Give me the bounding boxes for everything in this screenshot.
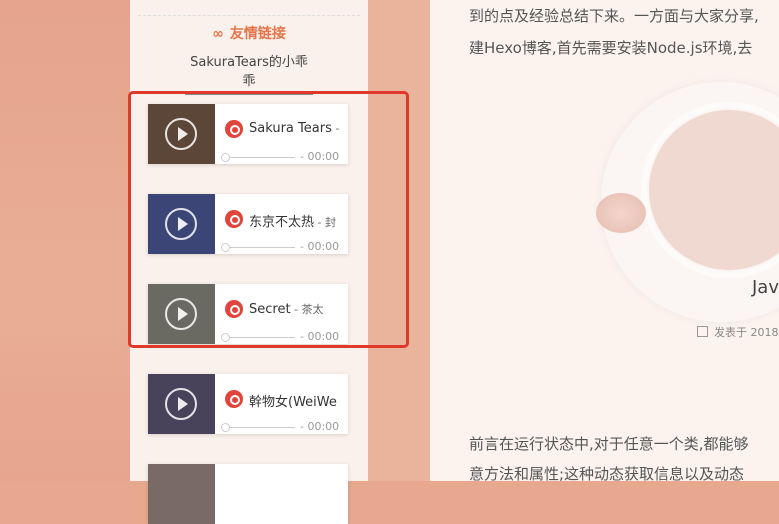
link-icon: ∞ bbox=[212, 26, 224, 42]
song-title: 幹物女(WeiWe bbox=[249, 395, 337, 410]
sidebar-divider bbox=[138, 15, 360, 16]
article-text-line: 意方法和属性;这种动态获取信息以及动态 bbox=[469, 465, 745, 481]
music-player-card[interactable]: 幹物女(WeiWe - 00:00 bbox=[148, 374, 348, 434]
post-meta: 发表于 2018 bbox=[697, 324, 779, 340]
music-player-card[interactable] bbox=[148, 464, 348, 524]
progress-bar[interactable] bbox=[222, 427, 295, 428]
article-text-line: 前言在运行状态中,对于任意一个类,都能够 bbox=[469, 435, 749, 453]
play-icon[interactable] bbox=[165, 388, 197, 420]
friend-links-label: 友情链接 bbox=[229, 26, 286, 42]
post-title[interactable]: Jav bbox=[752, 277, 779, 298]
album-cover bbox=[148, 464, 215, 524]
cover-image-flower bbox=[596, 193, 646, 233]
friend-links-title: ∞ 友情链接 bbox=[130, 23, 368, 43]
highlight-box bbox=[128, 91, 409, 348]
article-text-line: 建Hexo博客,首先需要安装Node.js环境,去 bbox=[469, 39, 753, 57]
calendar-icon bbox=[697, 326, 708, 337]
netease-music-icon bbox=[225, 390, 243, 408]
time-remaining: - 00:00 bbox=[300, 420, 340, 433]
background-left bbox=[0, 0, 130, 481]
progress-knob[interactable] bbox=[221, 423, 230, 432]
article-text-line: 到的点及经验总结下来。一方面与大家分享, bbox=[469, 7, 759, 25]
friend-link-sakuratears[interactable]: SakuraTears的小乖乖 bbox=[185, 51, 313, 95]
article-content: 到的点及经验总结下来。一方面与大家分享, 建Hexo博客,首先需要安装Node.… bbox=[430, 0, 779, 481]
post-date: 发表于 2018 bbox=[714, 326, 779, 339]
song-info: 幹物女(WeiWe bbox=[249, 391, 348, 410]
